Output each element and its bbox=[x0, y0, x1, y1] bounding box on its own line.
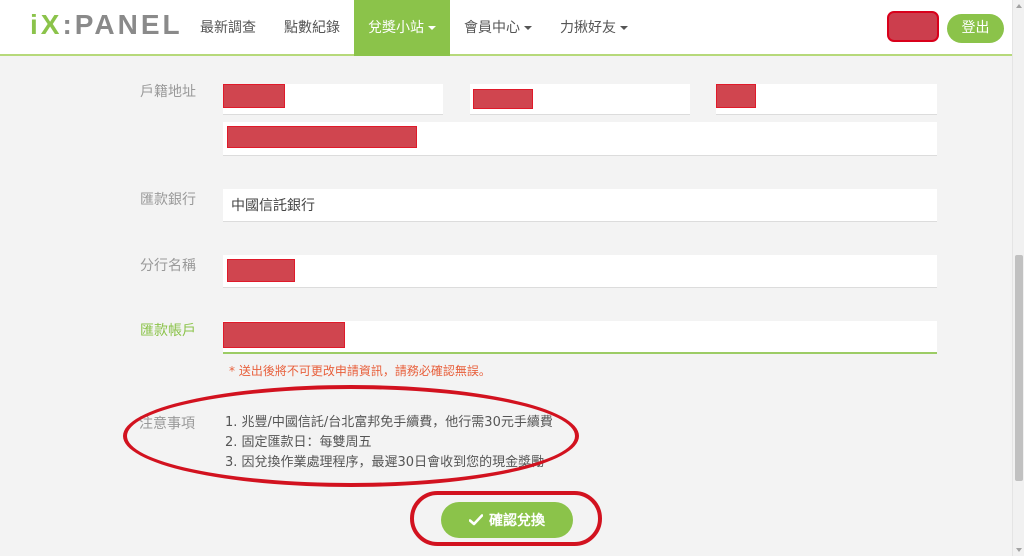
notes-highlight-annotation bbox=[123, 385, 579, 487]
page-scrollbar[interactable] bbox=[1012, 0, 1024, 556]
redacted-block bbox=[227, 126, 417, 148]
bank-select[interactable]: 中國信託銀行 bbox=[223, 189, 937, 222]
address-label: 戶籍地址 bbox=[140, 84, 196, 100]
top-navbar: iX:PANEL 最新調查 點數紀錄 兌獎小站 會員中心 力揪好友 登出 bbox=[0, 0, 1012, 56]
bank-value: 中國信託銀行 bbox=[231, 198, 315, 214]
nav-label: 會員中心 bbox=[464, 20, 520, 36]
nav-label: 點數紀錄 bbox=[284, 20, 340, 36]
nav-label: 兌獎小站 bbox=[368, 20, 424, 36]
account-number-input[interactable] bbox=[223, 321, 937, 354]
redacted-block bbox=[473, 89, 533, 109]
user-name-redacted[interactable] bbox=[887, 11, 939, 42]
account-label: 匯款帳戶 bbox=[140, 323, 196, 339]
logout-button[interactable]: 登出 bbox=[947, 14, 1004, 43]
scroll-up-arrow-icon[interactable] bbox=[1016, 4, 1022, 8]
submit-warning: * 送出後將不可更改申請資訊，請務必確認無誤。 bbox=[229, 364, 491, 378]
address-district-select[interactable] bbox=[470, 84, 690, 115]
logo-prefix: iX bbox=[30, 9, 63, 40]
scroll-down-arrow-icon[interactable] bbox=[1016, 548, 1022, 552]
ixpanel-logo[interactable]: iX:PANEL bbox=[30, 8, 183, 42]
redacted-block bbox=[227, 259, 295, 282]
redacted-block bbox=[223, 322, 345, 348]
address-street-input[interactable] bbox=[223, 122, 937, 156]
caret-down-icon bbox=[524, 26, 532, 30]
address-zipcode-field[interactable] bbox=[716, 84, 937, 115]
scrollbar-thumb[interactable] bbox=[1015, 255, 1023, 481]
redacted-block bbox=[716, 84, 756, 108]
nav-redeem-station[interactable]: 兌獎小站 bbox=[354, 0, 450, 56]
logo-rest: :PANEL bbox=[62, 9, 183, 40]
nav-invite-friends[interactable]: 力揪好友 bbox=[546, 0, 642, 56]
button-highlight-annotation bbox=[410, 491, 602, 546]
nav-label: 最新調查 bbox=[200, 20, 256, 36]
main-nav: 最新調查 點數紀錄 兌獎小站 會員中心 力揪好友 bbox=[186, 0, 642, 56]
redacted-block bbox=[223, 84, 285, 108]
nav-points-history[interactable]: 點數紀錄 bbox=[270, 0, 354, 56]
caret-down-icon bbox=[428, 26, 436, 30]
nav-latest-surveys[interactable]: 最新調查 bbox=[186, 0, 270, 56]
caret-down-icon bbox=[620, 26, 628, 30]
branch-name-input[interactable] bbox=[223, 255, 937, 288]
branch-label: 分行名稱 bbox=[140, 258, 196, 274]
nav-label: 力揪好友 bbox=[560, 20, 616, 36]
bank-label: 匯款銀行 bbox=[140, 192, 196, 208]
nav-member-center[interactable]: 會員中心 bbox=[450, 0, 546, 56]
address-city-select[interactable] bbox=[223, 84, 443, 115]
